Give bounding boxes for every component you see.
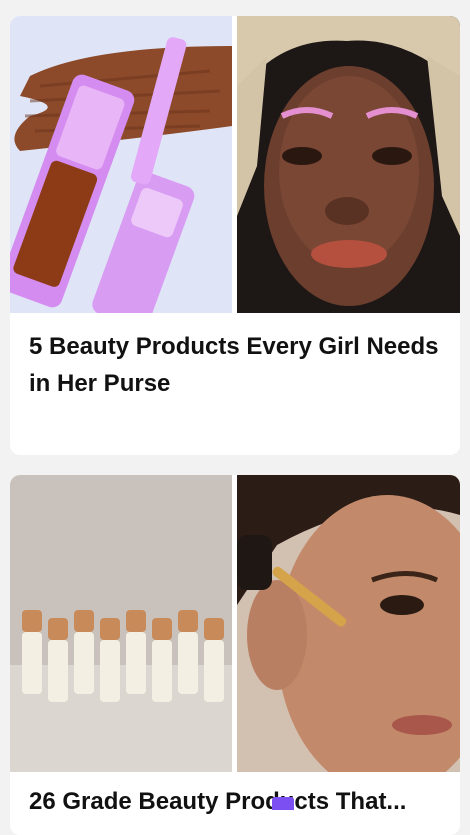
article-card[interactable]: 5 Beauty Products Every Girl Needs in He…	[10, 16, 460, 455]
foundation-stick-body	[74, 632, 94, 694]
article-feed: 5 Beauty Products Every Girl Needs in He…	[0, 0, 470, 835]
foundation-stick-body	[48, 640, 68, 702]
foundation-stick-tip	[100, 618, 120, 640]
foundation-stick-body	[22, 632, 42, 694]
foundation-stick-tip	[178, 610, 198, 632]
foundation-stick-tip	[152, 618, 172, 640]
foundation-stick-tip	[74, 610, 94, 632]
foundation-stick-tip	[48, 618, 68, 640]
foundation-stick-body	[100, 640, 120, 702]
bottom-popup-icon[interactable]	[272, 797, 294, 810]
foundation-stick-body	[126, 632, 146, 694]
foundation-stick-body	[204, 640, 224, 702]
article-image-collage[interactable]	[10, 475, 460, 772]
foundation-stick-tip	[126, 610, 146, 632]
foundation-stick-tip	[204, 618, 224, 640]
foundation-stick-body	[178, 632, 198, 694]
article-title[interactable]: 5 Beauty Products Every Girl Needs in He…	[29, 328, 439, 402]
article-title[interactable]: 26 Grade Beauty Products That...	[29, 783, 439, 820]
lip-gloss-image	[10, 16, 232, 313]
star-stickers-portrait-image	[237, 16, 460, 313]
foundation-sticks-image	[10, 475, 232, 772]
serum-dropper-portrait-image	[237, 475, 460, 772]
foundation-stick-tip	[22, 610, 42, 632]
article-image-collage[interactable]	[10, 16, 460, 313]
foundation-stick-body	[152, 640, 172, 702]
article-card[interactable]: 26 Grade Beauty Products That...	[10, 475, 460, 835]
